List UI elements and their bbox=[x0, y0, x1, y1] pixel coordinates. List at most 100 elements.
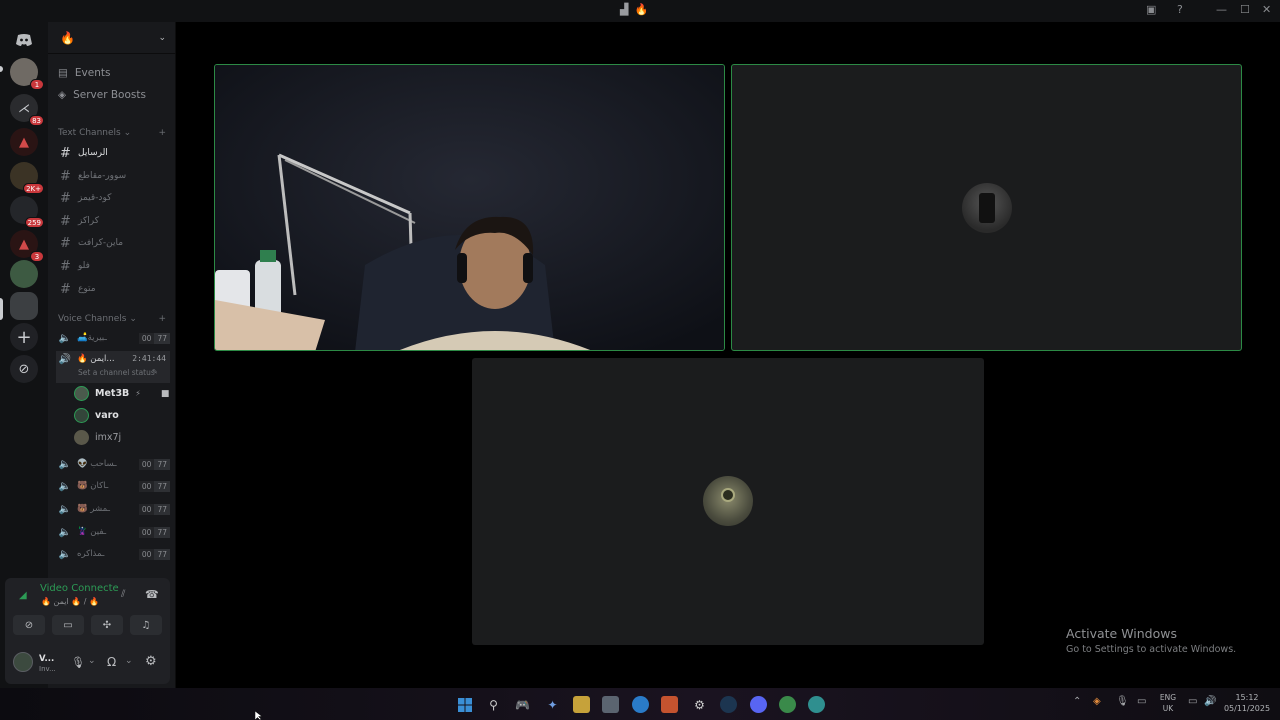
input-language[interactable]: ENG UK bbox=[1156, 692, 1180, 714]
file-explorer-icon[interactable] bbox=[573, 696, 590, 713]
voice-channel[interactable]: 🔈 🛋️ـبيرية 00 77 bbox=[56, 328, 170, 348]
settings-icon[interactable]: ⚙ bbox=[145, 654, 157, 669]
server-avatar[interactable]: ▲ 3 bbox=[10, 230, 44, 262]
channel-item[interactable]: # كود-قيمز bbox=[56, 188, 170, 208]
tray-app-icon[interactable]: ▭ bbox=[1137, 696, 1146, 707]
steelseries-icon[interactable]: ⚙ bbox=[691, 696, 708, 713]
discord-icon[interactable] bbox=[750, 696, 767, 713]
chevron-down-icon: ⌄ bbox=[129, 314, 137, 324]
add-server-icon[interactable]: + bbox=[10, 323, 38, 351]
help-icon[interactable]: ? bbox=[1177, 3, 1183, 16]
inbox-icon[interactable]: ▣ bbox=[1146, 3, 1156, 16]
close-button[interactable]: ✕ bbox=[1262, 3, 1271, 16]
chevron-down-icon[interactable]: ⌄ bbox=[125, 656, 133, 666]
voice-channel-label: 🦹 ـفين bbox=[77, 527, 107, 537]
chevron-down-icon: ⌄ bbox=[158, 32, 166, 43]
soundboard-button[interactable]: ♫ bbox=[130, 615, 162, 635]
add-channel-icon[interactable]: + bbox=[158, 314, 166, 324]
tray-app-icon[interactable]: ◈ bbox=[1093, 696, 1101, 707]
channel-item[interactable]: # الرسايل bbox=[56, 143, 170, 163]
channel-item[interactable]: # متوع bbox=[56, 279, 170, 299]
edit-icon[interactable]: ✎ bbox=[152, 368, 158, 376]
show-hidden-icons[interactable]: ⌃ bbox=[1073, 696, 1081, 707]
add-channel-icon[interactable]: + bbox=[158, 128, 166, 138]
video-icon: ■ bbox=[160, 388, 170, 399]
voice-channel[interactable]: 🔈 ـمذاكره 00 77 bbox=[56, 544, 170, 564]
search-icon[interactable]: ⚲ bbox=[485, 696, 502, 713]
volume-icon[interactable]: 🔊 bbox=[1204, 696, 1216, 707]
server-avatar[interactable]: 1 bbox=[10, 58, 44, 90]
connection-channel[interactable]: 🔥 ايمن 🔥 / 🔥 bbox=[41, 597, 99, 606]
avatar[interactable] bbox=[13, 652, 33, 672]
discord-home-icon[interactable] bbox=[10, 26, 38, 54]
server-header[interactable]: 🔥 ⌄ bbox=[48, 22, 176, 54]
channel-status[interactable]: Set a channel status bbox=[78, 368, 155, 377]
microphone-icon[interactable]: 🎙 bbox=[71, 656, 85, 669]
server-avatar[interactable]: 2K+ bbox=[10, 162, 44, 194]
server-avatar[interactable]: ⋌ 83 bbox=[10, 94, 44, 126]
server-avatar-selected[interactable] bbox=[10, 292, 38, 320]
steam-icon[interactable] bbox=[720, 696, 737, 713]
brave-browser-icon[interactable] bbox=[661, 696, 678, 713]
screen-share-button[interactable]: ▭ bbox=[52, 615, 84, 635]
voice-user[interactable]: Met3B ⚡ ■ bbox=[74, 386, 169, 401]
app-icon[interactable] bbox=[779, 696, 796, 713]
chevron-down-icon[interactable]: ⌄ bbox=[88, 656, 96, 666]
signal-icon: ◢ bbox=[19, 590, 27, 601]
avatar bbox=[74, 408, 89, 423]
user-count: 00 bbox=[138, 458, 155, 470]
voice-user[interactable]: varo bbox=[74, 408, 119, 423]
voice-channel[interactable]: 🔈 🦹 ـفين 00 77 bbox=[56, 522, 170, 542]
headphones-icon[interactable]: Ω bbox=[107, 655, 116, 669]
edge-icon[interactable] bbox=[632, 696, 649, 713]
channel-item[interactable]: # ماين-كرافت bbox=[56, 233, 170, 253]
connection-status[interactable]: Video Connecte bbox=[40, 583, 119, 594]
maximize-button[interactable]: ☐ bbox=[1240, 3, 1250, 16]
video-tile-participant[interactable] bbox=[731, 64, 1242, 351]
category-label: Text Channels bbox=[58, 128, 121, 138]
voice-user[interactable]: imx7j bbox=[74, 430, 121, 445]
server-avatar[interactable]: ▲ bbox=[10, 128, 38, 156]
store-icon[interactable] bbox=[602, 696, 619, 713]
start-icon[interactable] bbox=[456, 696, 473, 713]
text-channels-category[interactable]: Text Channels ⌄ + bbox=[58, 128, 166, 138]
server-avatar[interactable] bbox=[10, 260, 38, 288]
game-controller-icon[interactable]: 🎮 bbox=[514, 696, 531, 713]
avatar-figure-icon bbox=[721, 488, 735, 502]
voice-channel-connected[interactable]: 🔊 🔥 ايمن... 2:41:44 Set a channel status… bbox=[56, 351, 170, 383]
noise-suppression-icon[interactable]: ⫽ bbox=[121, 589, 125, 600]
video-tile-participant[interactable] bbox=[472, 358, 984, 645]
events-link[interactable]: ▤ Events bbox=[58, 67, 110, 79]
voice-channel[interactable]: 🔈 🐻 ـمشر 00 77 bbox=[56, 499, 170, 519]
video-tile-camera[interactable] bbox=[214, 64, 725, 351]
events-label: Events bbox=[74, 67, 111, 79]
minimize-button[interactable]: — bbox=[1216, 3, 1227, 16]
channel-item[interactable]: # سوور-مقاطع bbox=[56, 166, 170, 186]
activities-button[interactable]: ✣ bbox=[91, 615, 123, 635]
user-limit-badge: 00 77 bbox=[138, 503, 170, 515]
system-clock[interactable]: 15:12 05/11/2025 bbox=[1222, 692, 1272, 714]
camera-off-button[interactable]: ⊘ bbox=[13, 615, 45, 635]
voice-channel[interactable]: 🔈 👽 ـساحب 00 77 bbox=[56, 454, 170, 474]
voice-channels-category[interactable]: Voice Channels ⌄ + bbox=[58, 314, 166, 324]
speaker-icon: 🔈 bbox=[58, 480, 72, 492]
window-title: ▟ 🔥 bbox=[620, 3, 648, 16]
microphone-tray-icon[interactable]: 🎙 bbox=[1116, 696, 1129, 707]
channel-item[interactable]: # فلو bbox=[56, 256, 170, 276]
voice-channel[interactable]: 🔈 🐻 ـاكان 00 77 bbox=[56, 476, 170, 496]
disconnect-icon[interactable]: ☎ bbox=[145, 588, 159, 601]
server-avatar[interactable]: 259 bbox=[10, 196, 44, 228]
mouse-cursor-icon bbox=[255, 711, 263, 720]
taskbar: ⚲ 🎮 ✦ ⚙ ⌃ ◈ 🎙 ▭ ▭ 🔊 bbox=[0, 688, 1280, 720]
window-title-glyph: 🔥 bbox=[634, 3, 649, 16]
app-icon[interactable] bbox=[808, 696, 825, 713]
user-panel: V... Inv... 🎙 ⌄ Ω ⌄ ⚙ bbox=[5, 648, 170, 680]
copilot-icon[interactable]: ✦ bbox=[544, 696, 561, 713]
voice-user-name: imx7j bbox=[95, 432, 122, 443]
server-boosts-link[interactable]: ◈ Server Boosts bbox=[58, 89, 146, 101]
network-icon[interactable]: ▭ bbox=[1188, 696, 1197, 707]
screen-share-icon: ▭ bbox=[63, 619, 73, 631]
user-status: Inv... bbox=[39, 665, 56, 673]
explore-icon[interactable]: ⊘ bbox=[10, 355, 38, 383]
channel-item[interactable]: # كراكز bbox=[56, 211, 170, 231]
